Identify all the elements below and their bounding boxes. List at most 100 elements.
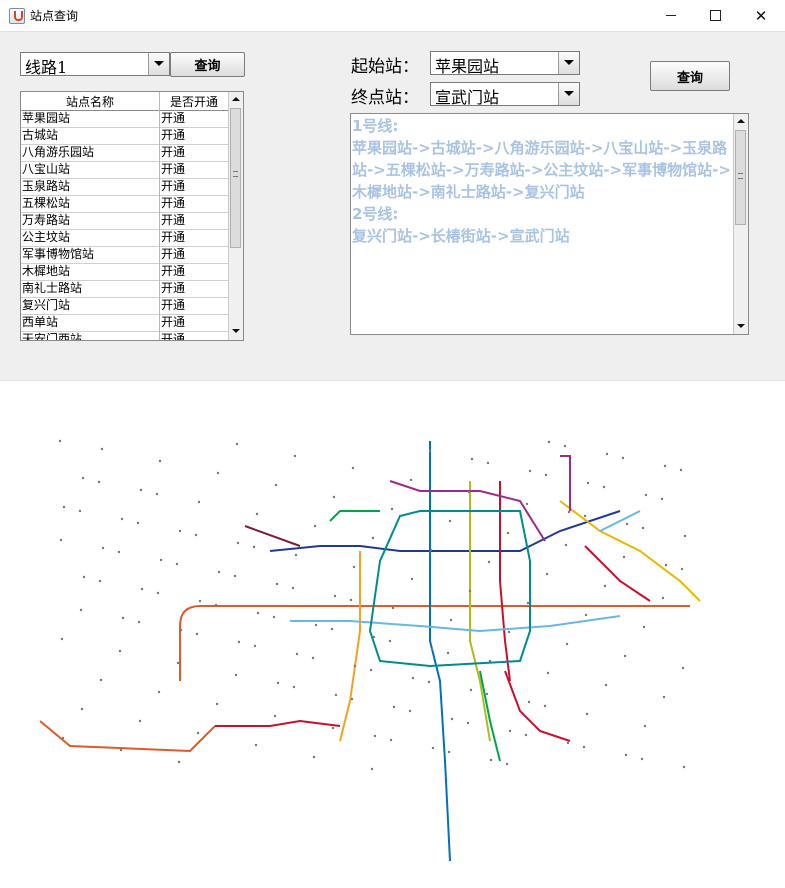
- station-dot: [255, 512, 259, 516]
- close-button[interactable]: ✕: [738, 0, 784, 31]
- station-dot: [391, 606, 395, 610]
- result-scrollbar[interactable]: [733, 114, 748, 334]
- window-title: 站点查询: [30, 9, 79, 23]
- station-dot: [272, 615, 276, 619]
- station-dot: [411, 676, 415, 680]
- station-dot: [682, 765, 686, 769]
- station-dot: [313, 524, 317, 528]
- chevron-down-icon[interactable]: [558, 83, 579, 105]
- station-dot: [215, 702, 219, 706]
- end-station-label: 终点站：: [351, 88, 419, 108]
- table-scrollbar[interactable]: [228, 92, 243, 340]
- station-dot: [450, 717, 454, 721]
- station-dot: [291, 586, 295, 590]
- station-dot: [178, 529, 182, 533]
- station-dot: [175, 562, 179, 566]
- station-dot: [605, 452, 609, 456]
- table-row[interactable]: 八宝山站 开通: [21, 162, 228, 179]
- station-dot: [214, 603, 218, 607]
- line-select[interactable]: 线路1: [20, 52, 170, 77]
- station-dot: [275, 582, 279, 586]
- station-dot: [641, 526, 645, 530]
- station-dot: [314, 623, 318, 627]
- table-row[interactable]: 天安门西站 开通: [21, 332, 228, 340]
- station-name-cell: 玉泉路站: [22, 179, 71, 193]
- station-status-cell: 开通: [161, 264, 186, 278]
- end-station-select[interactable]: 宣武门站: [430, 82, 580, 107]
- table-row[interactable]: 古城站 开通: [21, 128, 228, 145]
- maximize-button[interactable]: [692, 0, 738, 31]
- station-dot: [119, 748, 123, 752]
- station-dot: [137, 620, 141, 624]
- station-dot: [427, 680, 431, 684]
- subway-line-path: [584, 545, 651, 602]
- scroll-thumb[interactable]: [230, 108, 241, 248]
- scroll-down-icon[interactable]: [229, 324, 243, 338]
- scroll-thumb[interactable]: [735, 130, 746, 225]
- close-icon: ✕: [754, 6, 768, 25]
- table-row[interactable]: 万寿路站 开通: [21, 213, 228, 230]
- station-dot: [528, 469, 532, 473]
- scroll-down-icon[interactable]: [734, 319, 748, 333]
- table-row[interactable]: 木樨地站 开通: [21, 264, 228, 281]
- table-body: 苹果园站 开通 古城站 开通 八角游乐园站 开通 八宝山站 开通 玉泉路站 开通 五棵松站 开通 万寿路…: [21, 111, 228, 340]
- station-dot: [256, 611, 260, 615]
- station-dot: [293, 454, 297, 458]
- table-row[interactable]: 玉泉路站 开通: [21, 179, 228, 196]
- table-row[interactable]: 复兴门站 开通: [21, 298, 228, 315]
- line-query-button[interactable]: 查询: [170, 52, 245, 77]
- table-row[interactable]: 西单站 开通: [21, 315, 228, 332]
- table-row[interactable]: 军事博物馆站 开通: [21, 247, 228, 264]
- station-dot: [621, 456, 625, 460]
- table-header: 站点名称 是否开通: [21, 92, 228, 111]
- station-dot: [544, 473, 548, 477]
- station-dot: [121, 616, 125, 620]
- station-status-cell: 开通: [161, 315, 186, 329]
- station-dot: [546, 671, 550, 675]
- station-dot: [253, 644, 257, 648]
- station-dot: [274, 483, 278, 487]
- station-dot: [642, 625, 646, 629]
- table-row[interactable]: 苹果园站 开通: [21, 111, 228, 128]
- station-status-cell: 开通: [161, 230, 186, 244]
- chevron-down-icon[interactable]: [558, 52, 579, 74]
- station-dot: [198, 599, 202, 603]
- station-dot: [179, 628, 183, 632]
- station-name-cell: 万寿路站: [22, 213, 71, 227]
- station-dot: [98, 579, 102, 583]
- station-dot: [664, 563, 668, 567]
- station-name-cell: 古城站: [22, 128, 59, 142]
- table-row[interactable]: 南礼士路站 开通: [21, 281, 228, 298]
- station-dot: [486, 461, 490, 465]
- start-station-select[interactable]: 苹果园站: [430, 51, 580, 76]
- station-dot: [487, 560, 491, 564]
- table-row[interactable]: 五棵松站 开通: [21, 196, 228, 213]
- station-name-cell: 公主坟站: [22, 230, 71, 244]
- station-dot: [679, 468, 683, 472]
- station-dot: [563, 444, 567, 448]
- station-dot: [331, 726, 335, 730]
- station-name-cell: 西单站: [22, 315, 59, 329]
- station-dot: [662, 695, 666, 699]
- station-status-cell: 开通: [161, 213, 186, 227]
- column-header-status[interactable]: 是否开通: [160, 93, 228, 110]
- column-header-name[interactable]: 站点名称: [21, 93, 159, 110]
- scroll-up-icon[interactable]: [229, 92, 243, 106]
- route-query-button[interactable]: 查询: [650, 61, 730, 91]
- station-dot: [489, 758, 493, 762]
- station-dot: [661, 596, 665, 600]
- table-row[interactable]: 公主坟站 开通: [21, 230, 228, 247]
- chevron-down-icon[interactable]: [148, 53, 169, 75]
- minimize-button[interactable]: [648, 0, 694, 31]
- station-dot: [252, 545, 256, 549]
- scroll-up-icon[interactable]: [734, 114, 748, 128]
- station-dot: [233, 574, 237, 578]
- station-dot: [505, 762, 509, 766]
- table-row[interactable]: 八角游乐园站 开通: [21, 145, 228, 162]
- station-dot: [388, 639, 392, 643]
- route-result-area[interactable]: 1号线: 苹果园站->古城站->八角游乐园站->八宝山站->玉泉路站->五棵松站-…: [350, 113, 749, 335]
- station-status-cell: 开通: [161, 179, 186, 193]
- station-dot: [196, 731, 200, 735]
- station-dot: [564, 543, 568, 547]
- station-table[interactable]: 站点名称 是否开通 苹果园站 开通 古城站 开通 八角游乐园站 开通 八宝山站 开通 玉泉路站开…: [20, 91, 244, 341]
